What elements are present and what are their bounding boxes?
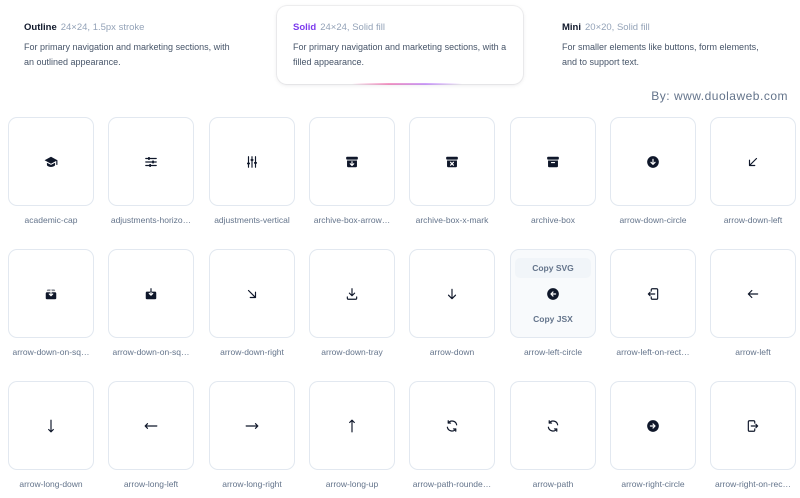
- icon-card: arrow-long-down: [8, 381, 94, 489]
- icon-card: arrow-down-on-sq…: [8, 249, 94, 357]
- copy-svg-button[interactable]: Copy SVG: [515, 258, 591, 278]
- icon-card: archive-box: [510, 117, 596, 225]
- arrow-right-on-rectangle-icon: [747, 419, 759, 432]
- arrow-down-on-square-icon: [145, 287, 157, 299]
- icon-card: arrow-down-left: [710, 117, 796, 225]
- adjustments-vertical-icon: [247, 155, 257, 168]
- icon-label: arrow-left-on-rect…: [616, 347, 690, 357]
- arrow-long-down-icon: [48, 419, 54, 432]
- icon-card: academic-cap: [8, 117, 94, 225]
- icon-label: arrow-long-left: [123, 479, 179, 489]
- icon-card: arrow-long-right: [209, 381, 295, 489]
- icon-tile[interactable]: [610, 381, 696, 470]
- arrow-left-icon: [747, 289, 759, 298]
- icon-tile[interactable]: [409, 249, 495, 338]
- icon-label: arrow-down-circle: [619, 215, 687, 225]
- icon-tile[interactable]: [309, 117, 395, 206]
- arrow-path-rounded-square-icon: [446, 419, 458, 432]
- icon-card: arrow-down-circle: [610, 117, 696, 225]
- icon-card: archive-box-x-mark: [409, 117, 495, 225]
- icon-tile[interactable]: [8, 249, 94, 338]
- arrow-down-icon: [447, 288, 457, 299]
- icon-grid: academic-cap adjustments-horizo… adjustmen…: [0, 0, 800, 498]
- arrow-down-left-icon: [748, 157, 758, 166]
- arrow-long-right-icon: [245, 422, 259, 429]
- icon-card: adjustments-vertical: [209, 117, 295, 225]
- icon-label: archive-box-x-mark: [415, 215, 489, 225]
- icon-tile[interactable]: [209, 117, 295, 206]
- icon-tile[interactable]: [108, 381, 194, 470]
- icon-label: adjustments-vertical: [214, 215, 290, 225]
- icon-label: arrow-path: [532, 479, 574, 489]
- archive-box-x-mark-icon: [446, 156, 458, 167]
- icon-tile[interactable]: [108, 117, 194, 206]
- icon-label: arrow-down-right: [220, 347, 284, 357]
- icon-tile[interactable]: [409, 117, 495, 206]
- icon-tile[interactable]: [710, 249, 796, 338]
- icon-label: arrow-down-left: [723, 215, 783, 225]
- archive-box-arrow-down-icon: [346, 156, 358, 167]
- icon-tile[interactable]: [209, 381, 295, 470]
- icon-card: arrow-down-right: [209, 249, 295, 357]
- icon-label: arrow-left-circle: [523, 347, 583, 357]
- icon-card: arrow-down: [409, 249, 495, 357]
- icon-label: arrow-right-circle: [621, 479, 685, 489]
- arrow-left-circle-icon: [547, 287, 559, 300]
- arrow-path-icon: [547, 419, 559, 432]
- icon-card: arrow-down-tray: [309, 249, 395, 357]
- copy-jsx-button[interactable]: Copy JSX: [515, 309, 591, 329]
- icon-card: arrow-right-on-rec…: [710, 381, 796, 489]
- icon-card: arrow-down-on-sq…: [108, 249, 194, 357]
- icon-label: arrow-path-rounde…: [412, 479, 492, 489]
- icon-tile[interactable]: [309, 381, 395, 470]
- icon-label: archive-box: [531, 215, 575, 225]
- arrow-left-on-rectangle-icon: [647, 287, 659, 300]
- archive-box-icon: [547, 156, 559, 167]
- icon-label: academic-cap: [24, 215, 78, 225]
- icon-label: arrow-down-on-sq…: [112, 347, 190, 357]
- arrow-down-right-icon: [247, 289, 257, 298]
- icon-tile[interactable]: [510, 117, 596, 206]
- icon-label: arrow-long-up: [325, 479, 379, 489]
- icon-card: arrow-long-up: [309, 381, 395, 489]
- arrow-down-circle-icon: [647, 155, 659, 168]
- icon-label: arrow-right-on-rec…: [714, 479, 792, 489]
- icon-tile[interactable]: [8, 117, 94, 206]
- icon-card: arrow-path: [510, 381, 596, 489]
- icon-label: archive-box-arrow…: [313, 215, 391, 225]
- icon-tile[interactable]: [209, 249, 295, 338]
- arrow-long-left-icon: [144, 422, 158, 429]
- icon-card: arrow-long-left: [108, 381, 194, 489]
- icon-label: arrow-down: [429, 347, 475, 357]
- icon-card: arrow-path-rounde…: [409, 381, 495, 489]
- icon-card: adjustments-horizo…: [108, 117, 194, 225]
- icon-label: arrow-left: [735, 347, 771, 357]
- icon-tile[interactable]: [710, 381, 796, 470]
- icon-label: arrow-long-down: [19, 479, 83, 489]
- icon-card: Copy SVG Copy JSX arrow-left-circle: [510, 249, 596, 357]
- icon-card: arrow-left: [710, 249, 796, 357]
- adjustments-horizontal-icon: [145, 156, 157, 167]
- icon-label: adjustments-horizo…: [110, 215, 192, 225]
- icon-label: arrow-down-tray: [321, 347, 383, 357]
- icon-tile[interactable]: [409, 381, 495, 470]
- icon-tile[interactable]: Copy SVG Copy JSX: [510, 249, 596, 338]
- icon-label: arrow-long-right: [222, 479, 282, 489]
- arrow-right-circle-icon: [647, 419, 659, 432]
- icon-card: arrow-left-on-rect…: [610, 249, 696, 357]
- icon-tile[interactable]: [8, 381, 94, 470]
- icon-label: arrow-down-on-sq…: [12, 347, 90, 357]
- icon-tile[interactable]: [309, 249, 395, 338]
- icon-tile[interactable]: [108, 249, 194, 338]
- icon-tile[interactable]: [610, 249, 696, 338]
- arrow-down-tray-icon: [346, 287, 358, 300]
- icon-tile[interactable]: [610, 117, 696, 206]
- icon-tile[interactable]: [510, 381, 596, 470]
- icon-tile[interactable]: [710, 117, 796, 206]
- icon-card: arrow-right-circle: [610, 381, 696, 489]
- icon-card: archive-box-arrow…: [309, 117, 395, 225]
- academic-cap-icon: [44, 156, 58, 167]
- arrow-down-on-square-stack-icon: [45, 288, 57, 299]
- arrow-long-up-icon: [349, 419, 355, 432]
